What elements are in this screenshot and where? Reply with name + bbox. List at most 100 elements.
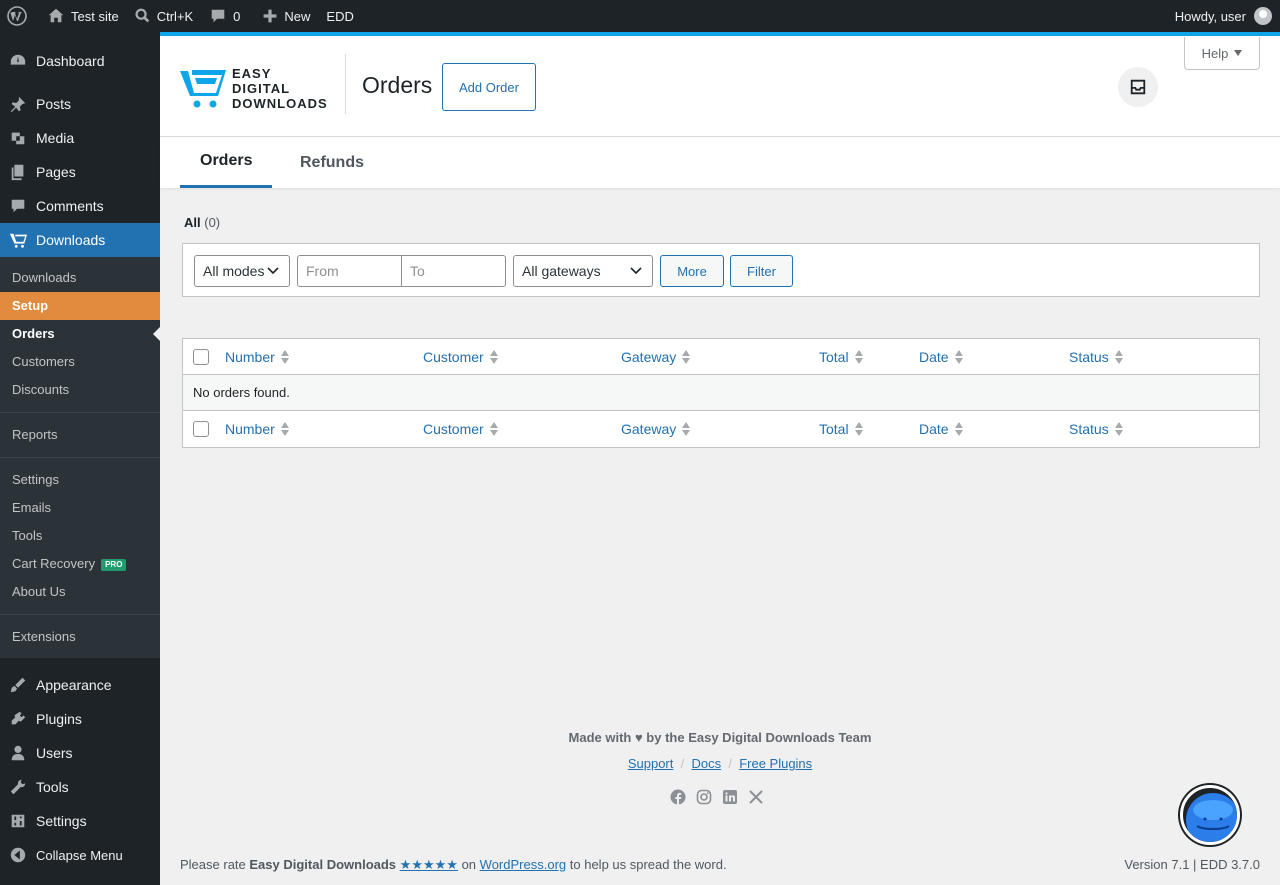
column-date[interactable]: Date bbox=[919, 411, 963, 447]
instagram-icon[interactable] bbox=[696, 789, 712, 805]
column-gateway[interactable]: Gateway bbox=[621, 339, 691, 375]
menu-pages[interactable]: Pages bbox=[0, 155, 160, 189]
submenu-downloads[interactable]: Downloads bbox=[0, 264, 160, 292]
linkedin-icon[interactable] bbox=[722, 789, 738, 805]
wordpress-logo-button[interactable] bbox=[0, 0, 35, 32]
tabs-bar: Orders Refunds bbox=[160, 137, 1280, 188]
search-shortcut: Ctrl+K bbox=[156, 8, 194, 24]
made-with-text: Made with ♥ by the Easy Digital Download… bbox=[568, 730, 872, 745]
filter-button[interactable]: Filter bbox=[730, 255, 793, 287]
menu-appearance[interactable]: Appearance bbox=[0, 668, 160, 702]
column-customer[interactable]: Customer bbox=[423, 411, 498, 447]
submenu-divider bbox=[0, 614, 160, 615]
column-status[interactable]: Status bbox=[1069, 411, 1123, 447]
wordpress-org-link[interactable]: WordPress.org bbox=[480, 857, 566, 872]
new-content-button[interactable]: New bbox=[248, 0, 318, 32]
chat-assistant-button[interactable] bbox=[1180, 785, 1240, 845]
submenu-settings[interactable]: Settings bbox=[0, 466, 160, 494]
more-filters-button[interactable]: More bbox=[660, 255, 724, 287]
menu-media[interactable]: Media bbox=[0, 121, 160, 155]
sort-icon bbox=[489, 350, 498, 364]
view-all-count: (0) bbox=[204, 215, 221, 230]
help-tab-button[interactable]: Help bbox=[1184, 37, 1260, 70]
edd-logo: EASY DIGITAL DOWNLOADS bbox=[180, 66, 328, 111]
select-all-checkbox[interactable] bbox=[193, 349, 209, 365]
page-title: Orders bbox=[362, 72, 433, 98]
page-header: EASY DIGITAL DOWNLOADS Orders Add Order … bbox=[160, 32, 1280, 137]
menu-comments[interactable]: Comments bbox=[0, 189, 160, 223]
menu-posts[interactable]: Posts bbox=[0, 87, 160, 121]
view-all-link[interactable]: All bbox=[184, 215, 201, 230]
settings-icon bbox=[11, 814, 25, 828]
media-icon bbox=[11, 132, 25, 145]
chevron-down-icon bbox=[630, 267, 642, 275]
submenu-tools[interactable]: Tools bbox=[0, 522, 160, 550]
footer-links: Support / Docs / Free Plugins bbox=[627, 756, 813, 771]
menu-downloads[interactable]: Downloads bbox=[0, 223, 160, 257]
submenu-extensions[interactable]: Extensions bbox=[0, 623, 160, 651]
menu-tools[interactable]: Tools bbox=[0, 770, 160, 804]
date-to-input[interactable]: To bbox=[401, 255, 506, 287]
comments-count: 0 bbox=[233, 8, 241, 24]
comments-link[interactable]: 0 bbox=[201, 0, 248, 32]
tab-orders[interactable]: Orders bbox=[180, 137, 273, 188]
downloads-submenu: Downloads Setup Orders Customers Discoun… bbox=[0, 257, 160, 658]
support-link[interactable]: Support bbox=[628, 756, 674, 771]
submenu-discounts[interactable]: Discounts bbox=[0, 376, 160, 404]
edd-adminbar-link[interactable]: EDD bbox=[318, 0, 361, 32]
submenu-orders[interactable]: Orders bbox=[0, 320, 160, 348]
site-name-link[interactable]: Test site bbox=[35, 0, 127, 32]
gateway-select[interactable]: All gateways bbox=[513, 255, 653, 287]
collapse-menu-button[interactable]: Collapse Menu bbox=[0, 838, 160, 872]
my-account-link[interactable]: Howdy, user bbox=[1167, 0, 1280, 32]
empty-row: No orders found. bbox=[183, 375, 1259, 411]
rate-stars-link[interactable]: ★★★★★ bbox=[400, 857, 458, 872]
column-number[interactable]: Number bbox=[225, 339, 289, 375]
pro-badge: PRO bbox=[101, 558, 127, 571]
mascot-icon bbox=[1186, 793, 1237, 842]
mode-select[interactable]: All modes bbox=[194, 255, 290, 287]
wordpress-icon bbox=[7, 6, 27, 26]
menu-plugins[interactable]: Plugins bbox=[0, 702, 160, 736]
facebook-icon[interactable] bbox=[670, 789, 686, 805]
submenu-emails[interactable]: Emails bbox=[0, 494, 160, 522]
column-customer[interactable]: Customer bbox=[423, 339, 498, 375]
column-total[interactable]: Total bbox=[819, 411, 863, 447]
submenu-customers[interactable]: Customers bbox=[0, 348, 160, 376]
column-gateway[interactable]: Gateway bbox=[621, 411, 691, 447]
add-order-button[interactable]: Add Order bbox=[442, 63, 536, 111]
submenu-cart-recovery[interactable]: Cart Recovery PRO bbox=[0, 550, 160, 578]
menu-settings[interactable]: Settings bbox=[0, 804, 160, 838]
sort-icon bbox=[854, 422, 863, 436]
submenu-reports[interactable]: Reports bbox=[0, 421, 160, 449]
edd-logo-icon bbox=[180, 69, 226, 107]
notifications-button[interactable] bbox=[1118, 67, 1158, 107]
column-status[interactable]: Status bbox=[1069, 339, 1123, 375]
column-total[interactable]: Total bbox=[819, 339, 863, 375]
pages-icon bbox=[11, 164, 24, 181]
caret-down-icon bbox=[1234, 50, 1243, 56]
version-text: Version 7.1 | EDD 3.7.0 bbox=[1124, 857, 1260, 872]
column-number[interactable]: Number bbox=[225, 411, 289, 447]
free-plugins-link[interactable]: Free Plugins bbox=[739, 756, 812, 771]
date-from-input[interactable]: From bbox=[297, 255, 402, 287]
column-date[interactable]: Date bbox=[919, 339, 963, 375]
submenu-setup[interactable]: Setup bbox=[0, 292, 160, 320]
menu-dashboard[interactable]: Dashboard bbox=[0, 42, 160, 80]
sort-icon bbox=[954, 422, 963, 436]
docs-link[interactable]: Docs bbox=[691, 756, 721, 771]
submenu-about-us[interactable]: About Us bbox=[0, 578, 160, 606]
menu-users[interactable]: Users bbox=[0, 736, 160, 770]
x-twitter-icon[interactable] bbox=[748, 789, 764, 805]
main-content: EASY DIGITAL DOWNLOADS Orders Add Order … bbox=[160, 32, 1280, 885]
select-all-checkbox[interactable] bbox=[193, 421, 209, 437]
sort-icon bbox=[489, 422, 498, 436]
command-search-button[interactable]: Ctrl+K bbox=[127, 0, 201, 32]
comment-icon bbox=[11, 199, 25, 213]
wrench-icon bbox=[10, 779, 26, 795]
site-name: Test site bbox=[71, 8, 119, 24]
sort-icon bbox=[682, 350, 691, 364]
plus-icon bbox=[264, 9, 277, 23]
edd-icon bbox=[9, 233, 27, 248]
tab-refunds[interactable]: Refunds bbox=[280, 137, 384, 188]
